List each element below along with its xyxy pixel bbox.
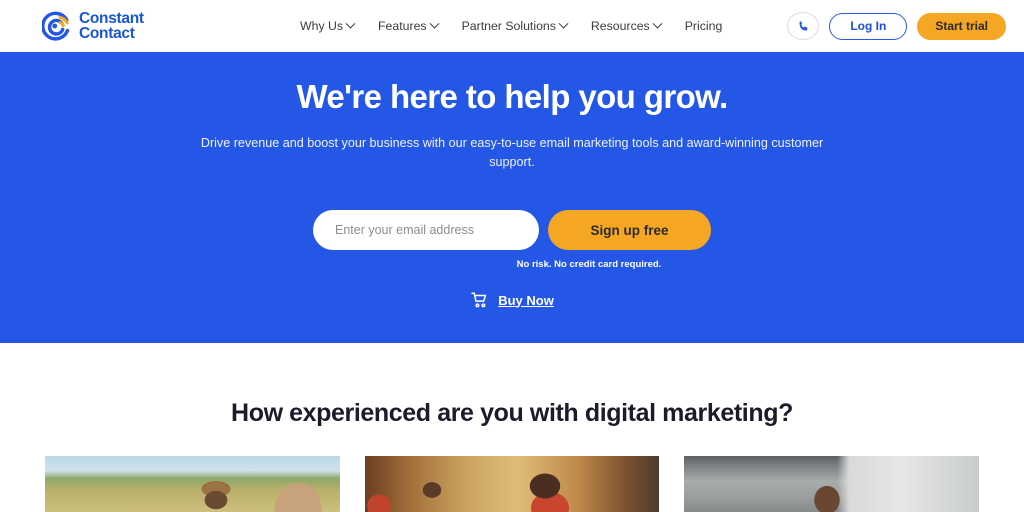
start-trial-button[interactable]: Start trial — [917, 12, 1006, 40]
phone-handset-icon — [799, 20, 808, 31]
card-photo-farmer — [45, 456, 340, 512]
shopping-cart-icon — [471, 292, 487, 308]
logo-text: Constant Contact — [79, 11, 144, 42]
nav-item-partner-solutions[interactable]: Partner Solutions — [461, 18, 569, 33]
nav-item-why-us[interactable]: Why Us — [300, 18, 356, 33]
email-input[interactable] — [313, 210, 539, 250]
sign-up-free-button[interactable]: Sign up free — [548, 210, 711, 250]
chevron-down-icon — [652, 18, 663, 29]
site-header: Constant Contact Why Us Features Partner … — [0, 0, 1024, 52]
chevron-down-icon — [429, 18, 440, 29]
experience-card-list — [45, 456, 980, 512]
login-button[interactable]: Log In — [829, 12, 908, 40]
nav-item-features[interactable]: Features — [378, 18, 440, 33]
card-photo-workshop — [364, 456, 660, 512]
experience-card[interactable] — [684, 456, 980, 512]
nav-item-label: Why Us — [300, 19, 344, 33]
constant-contact-swirl-icon — [42, 11, 70, 41]
nav-item-resources[interactable]: Resources — [590, 18, 663, 33]
section-title: How experienced are you with digital mar… — [231, 399, 793, 427]
buy-now-link[interactable]: Buy Now — [498, 293, 554, 308]
card-photo-laptop-woman — [684, 456, 980, 512]
nav-item-label: Resources — [590, 19, 650, 33]
signup-form: Sign up free — [0, 210, 1024, 250]
logo[interactable]: Constant Contact — [42, 11, 144, 41]
nav-item-label: Features — [378, 19, 427, 33]
hero-subtitle: Drive revenue and boost your business wi… — [200, 136, 824, 169]
experience-section: How experienced are you with digital mar… — [0, 343, 1024, 512]
nav-item-label: Partner Solutions — [461, 19, 556, 33]
no-risk-disclaimer: No risk. No credit card required. — [516, 259, 662, 270]
main-navigation: Why Us Features Partner Solutions Resour… — [300, 0, 722, 52]
nav-item-pricing[interactable]: Pricing — [685, 19, 723, 33]
buy-now-row[interactable]: Buy Now — [0, 291, 1024, 309]
experience-card[interactable] — [364, 456, 660, 512]
header-actions: Log In Start trial — [787, 0, 1006, 52]
chevron-down-icon — [558, 18, 569, 29]
experience-card[interactable] — [45, 456, 340, 512]
nav-item-label: Pricing — [684, 19, 723, 33]
hero-title: We're here to help you grow. — [296, 78, 728, 115]
logo-line-2: Contact — [79, 25, 135, 42]
phone-button[interactable] — [787, 12, 820, 40]
hero-section: We're here to help you grow. Drive reven… — [0, 52, 1024, 343]
chevron-down-icon — [345, 18, 356, 29]
